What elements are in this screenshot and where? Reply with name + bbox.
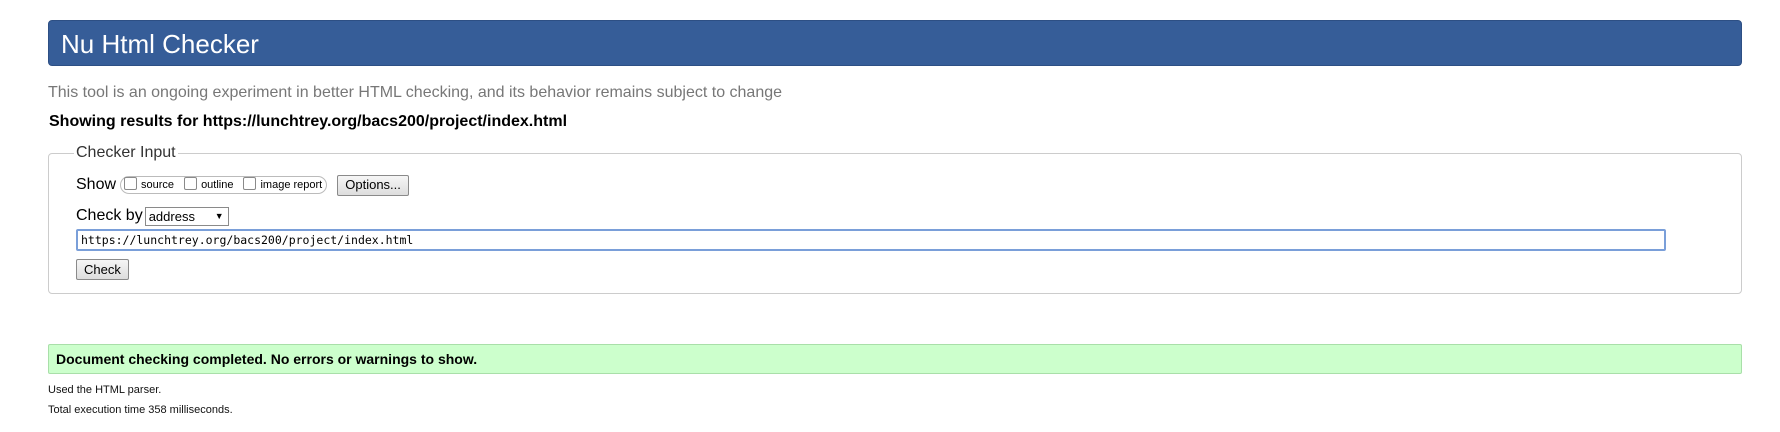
outline-checkbox[interactable] [184, 177, 198, 190]
show-outline-option[interactable]: outline [184, 177, 234, 191]
outline-label: outline [201, 179, 234, 191]
result-details: Used the HTML parser. Total execution ti… [48, 380, 1742, 420]
image-report-checkbox[interactable] [243, 177, 257, 190]
check-by-select[interactable]: address ▼ [144, 206, 229, 226]
show-row: Show source outline image report Options… [76, 174, 1714, 196]
image-report-label: image report [260, 179, 323, 191]
show-options-group: source outline image report [120, 176, 328, 194]
header-bar: Nu Html Checker [48, 20, 1742, 66]
url-input[interactable] [76, 229, 1666, 251]
tagline: This tool is an ongoing experiment in be… [48, 84, 783, 101]
source-label: source [141, 179, 175, 191]
execution-time: Total execution time 358 milliseconds. [48, 404, 233, 416]
check-by-selected-value: address [148, 208, 195, 224]
show-image-report-option[interactable]: image report [243, 177, 323, 191]
page-title: Nu Html Checker [61, 29, 259, 59]
parser-note: Used the HTML parser. [48, 384, 162, 396]
check-by-row: Check by address ▼ [76, 206, 1714, 226]
showing-results-heading: Showing results for https://lunchtrey.or… [49, 113, 568, 130]
options-button[interactable]: Options... [337, 174, 409, 196]
check-button[interactable]: Check [76, 259, 129, 280]
source-checkbox[interactable] [124, 177, 138, 190]
page-container: Nu Html Checker This tool is an ongoing … [48, 20, 1742, 420]
dropdown-arrow-icon: ▼ [214, 210, 224, 221]
show-source-option[interactable]: source [124, 177, 175, 191]
check-by-label: Check by [76, 207, 143, 224]
checker-input-legend: Checker Input [76, 144, 176, 161]
success-message: Document checking completed. No errors o… [48, 344, 1742, 374]
show-label: Show [76, 176, 117, 193]
checker-input-fieldset: Checker Input Show source outline image … [48, 144, 1742, 294]
